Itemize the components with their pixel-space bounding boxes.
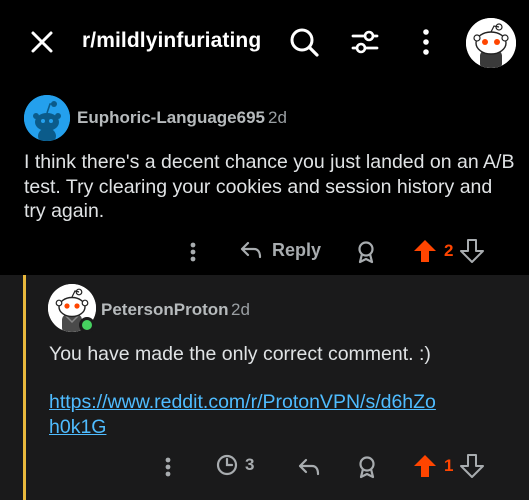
collapse-icon — [216, 454, 238, 476]
comment-body: You have made the only correct comment. … — [49, 343, 431, 365]
comment-actions: Reply 2 — [0, 235, 529, 269]
top-bar: r/mildlyinfuriating — [0, 0, 529, 84]
reply-arrow-icon — [240, 241, 262, 259]
subreddit-title[interactable]: r/mildlyinfuriating — [82, 29, 261, 53]
comment-author[interactable]: PetersonProton — [101, 300, 229, 320]
snoo-avatar — [466, 18, 516, 68]
reply-label: Reply — [272, 239, 322, 260]
more-vertical-icon[interactable] — [180, 239, 206, 265]
reply-button[interactable]: Reply — [238, 237, 321, 263]
comment-age: 2d — [231, 300, 250, 319]
more-vertical-icon[interactable] — [408, 24, 444, 60]
award-icon[interactable] — [354, 454, 380, 480]
vote-control: 2 — [412, 237, 485, 265]
award-icon[interactable] — [353, 239, 379, 265]
online-status-dot — [79, 317, 95, 333]
comment-age: 2d — [268, 108, 287, 127]
vote-score: 2 — [444, 241, 454, 260]
reply-arrow-icon[interactable] — [296, 454, 322, 480]
reply-count: 3 — [245, 455, 255, 474]
comment-author[interactable]: Euphoric-Language695 — [77, 108, 265, 128]
comment-body: I think there's a decent chance you just… — [24, 151, 515, 222]
downvote-arrow-icon[interactable] — [459, 452, 485, 480]
snoo-avatar — [24, 95, 70, 141]
avatar[interactable] — [24, 95, 70, 141]
filter-icon[interactable] — [347, 24, 383, 60]
comment-link[interactable]: https://www.reddit.com/r/ProtonVPN/s/d6h… — [49, 390, 439, 439]
comment-actions: 3 1 — [0, 450, 529, 484]
search-icon[interactable] — [286, 24, 322, 60]
collapse-replies-button[interactable]: 3 — [215, 453, 254, 477]
vote-score: 1 — [444, 456, 454, 475]
user-avatar[interactable] — [466, 18, 516, 68]
upvote-arrow-icon[interactable] — [412, 452, 438, 480]
more-vertical-icon[interactable] — [155, 454, 181, 480]
close-icon[interactable] — [26, 26, 58, 58]
vote-control: 1 — [412, 452, 485, 480]
upvote-arrow-icon[interactable] — [412, 237, 438, 265]
downvote-arrow-icon[interactable] — [459, 237, 485, 265]
